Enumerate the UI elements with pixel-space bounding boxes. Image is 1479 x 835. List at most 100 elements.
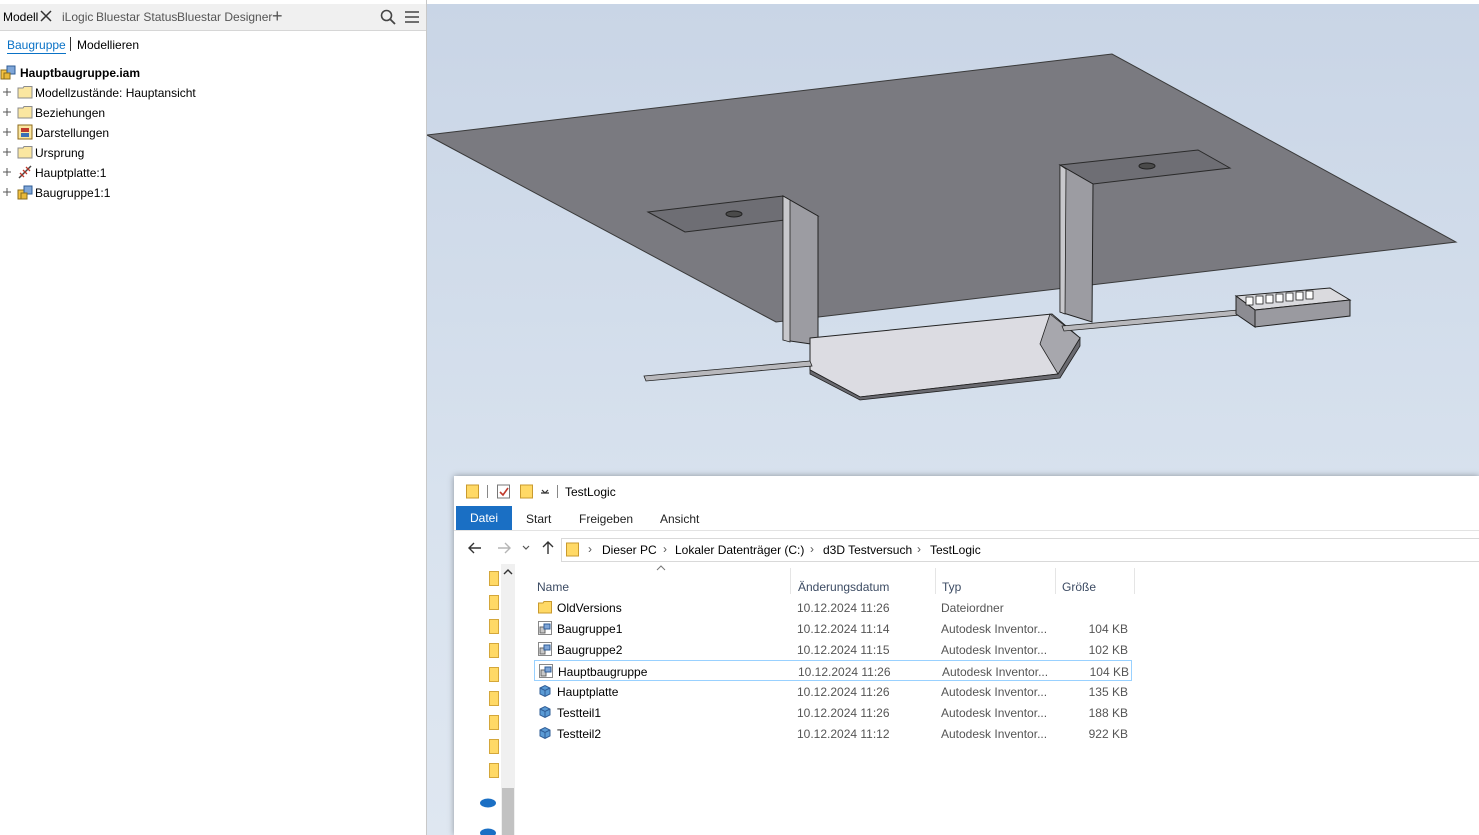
scrollbar-thumb[interactable] xyxy=(502,788,514,835)
folder-icon[interactable] xyxy=(489,571,499,586)
bottom-tray xyxy=(809,313,1081,398)
tab-ilogic[interactable]: iLogic xyxy=(62,10,93,24)
download-folder-icon[interactable] xyxy=(489,643,499,658)
folder-icon[interactable] xyxy=(489,715,499,730)
navigation-scrollbar[interactable] xyxy=(501,564,515,835)
onedrive-icon[interactable] xyxy=(479,826,497,835)
file-size: 102 KB xyxy=(1088,643,1128,657)
file-name: Hauptplatte xyxy=(557,685,619,699)
ribbon-tab-share[interactable]: Freigeben xyxy=(579,512,633,526)
file-type: Autodesk Inventor... xyxy=(941,685,1048,699)
folder-icon[interactable] xyxy=(489,667,499,682)
file-list: Name Änderungsdatum Typ Größe OldVersion… xyxy=(516,564,1479,835)
file-name: Testteil2 xyxy=(557,727,602,741)
expand-icon[interactable] xyxy=(3,188,11,196)
tab-bluestar-status[interactable]: Bluestar Status xyxy=(96,10,177,24)
column-header-date[interactable]: Änderungsdatum xyxy=(798,580,889,594)
browser-tabbar: Modell iLogic Bluestar Status Bluestar D… xyxy=(0,4,426,31)
breadcrumb-item[interactable]: Dieser PC xyxy=(602,543,657,557)
assembly-file-icon xyxy=(539,664,553,678)
file-type: Autodesk Inventor... xyxy=(942,665,1049,679)
tree-label: Darstellungen xyxy=(35,126,110,140)
subtab-assembly[interactable]: Baugruppe xyxy=(7,38,66,54)
folder-icon[interactable] xyxy=(489,595,499,610)
qa-divider xyxy=(487,485,488,498)
expand-icon[interactable] xyxy=(3,88,11,96)
breadcrumb-item[interactable]: Lokaler Datenträger (C:) xyxy=(675,543,804,557)
address-bar[interactable]: › Dieser PC › Lokaler Datenträger (C:) ›… xyxy=(561,538,1479,562)
new-folder-icon[interactable] xyxy=(520,484,534,499)
chevron-down-icon[interactable] xyxy=(540,484,550,499)
tree-node[interactable]: Baugruppe1:1 xyxy=(0,183,426,203)
tree-node-root[interactable]: Hauptbaugruppe.iam xyxy=(0,63,426,83)
chevron-right-icon: › xyxy=(810,542,814,556)
file-row[interactable]: Testteil1 10.12.2024 11:26 Autodesk Inve… xyxy=(534,703,1132,723)
expand-icon[interactable] xyxy=(3,148,11,156)
expand-icon[interactable] xyxy=(3,168,11,176)
left-leg-edge xyxy=(782,195,791,343)
column-divider[interactable] xyxy=(935,568,936,594)
file-row[interactable]: Testteil2 10.12.2024 11:12 Autodesk Inve… xyxy=(534,724,1132,744)
add-tab-icon[interactable]: + xyxy=(272,7,283,25)
subtab-divider xyxy=(70,37,71,51)
part-file-icon xyxy=(539,726,551,740)
forward-arrow-icon[interactable] xyxy=(496,540,512,556)
tab-modell[interactable]: Modell xyxy=(3,10,38,24)
column-divider[interactable] xyxy=(1055,568,1056,594)
expand-icon[interactable] xyxy=(3,128,11,136)
chevron-right-icon: › xyxy=(917,542,921,556)
part-file-icon xyxy=(539,684,551,698)
tree-node[interactable]: Modellzustände: Hauptansicht xyxy=(0,83,426,103)
back-arrow-icon[interactable] xyxy=(467,540,483,556)
tab-bluestar-designer[interactable]: Bluestar Designer xyxy=(177,10,272,24)
tree-node[interactable]: Beziehungen xyxy=(0,103,426,123)
close-icon[interactable] xyxy=(40,10,52,22)
file-type: Autodesk Inventor... xyxy=(941,643,1048,657)
folder-icon xyxy=(17,86,33,99)
column-header-name[interactable]: Name xyxy=(537,580,569,594)
folder-icon[interactable] xyxy=(489,691,499,706)
file-date: 10.12.2024 11:14 xyxy=(797,622,890,636)
expand-icon[interactable] xyxy=(3,108,11,116)
onedrive-icon[interactable] xyxy=(479,796,497,808)
folder-icon[interactable] xyxy=(489,763,499,778)
left-hole xyxy=(725,210,743,218)
tree-node[interactable]: Hauptplatte:1 xyxy=(0,163,426,183)
file-row[interactable]: Hauptplatte 10.12.2024 11:26 Autodesk In… xyxy=(534,682,1132,702)
file-row-selected[interactable]: Hauptbaugruppe 10.12.2024 11:26 Autodesk… xyxy=(534,660,1132,681)
menu-icon[interactable] xyxy=(404,10,420,24)
up-arrow-icon[interactable] xyxy=(540,540,556,556)
folder-icon xyxy=(566,542,579,557)
breadcrumb-item[interactable]: TestLogic xyxy=(930,543,981,557)
column-header-size[interactable]: Größe xyxy=(1062,580,1096,594)
window-title: TestLogic xyxy=(565,485,616,499)
file-date: 10.12.2024 11:26 xyxy=(798,665,891,679)
part-icon xyxy=(18,165,32,179)
search-icon[interactable] xyxy=(380,9,396,25)
ribbon-tab-start[interactable]: Start xyxy=(526,512,551,526)
address-row: › Dieser PC › Lokaler Datenträger (C:) ›… xyxy=(454,534,1479,562)
ribbon-tab-file[interactable]: Datei xyxy=(456,506,512,530)
right-hole xyxy=(1138,162,1156,170)
file-name: Baugruppe2 xyxy=(557,643,623,657)
file-type: Autodesk Inventor... xyxy=(941,622,1048,636)
column-divider[interactable] xyxy=(790,568,791,594)
file-name: Testteil1 xyxy=(557,706,602,720)
file-row[interactable]: OldVersions 10.12.2024 11:26 Dateiordner xyxy=(534,598,1132,618)
tree-node[interactable]: Ursprung xyxy=(0,143,426,163)
column-header-type[interactable]: Typ xyxy=(942,580,961,594)
folder-icon[interactable] xyxy=(489,739,499,754)
column-divider[interactable] xyxy=(1134,568,1135,594)
subtab-modeling[interactable]: Modellieren xyxy=(77,38,139,52)
ribbon-tab-view[interactable]: Ansicht xyxy=(660,512,699,526)
breadcrumb-item[interactable]: d3D Testversuch xyxy=(823,543,912,557)
folder-icon[interactable] xyxy=(489,619,499,634)
tree-node[interactable]: Darstellungen xyxy=(0,123,426,143)
chevron-up-icon[interactable] xyxy=(503,568,513,576)
file-row[interactable]: Baugruppe1 10.12.2024 11:14 Autodesk Inv… xyxy=(534,619,1132,639)
model-browser-panel: Modell iLogic Bluestar Status Bluestar D… xyxy=(0,0,427,835)
properties-icon[interactable] xyxy=(497,484,511,499)
file-row[interactable]: Baugruppe2 10.12.2024 11:15 Autodesk Inv… xyxy=(534,640,1132,660)
chevron-down-icon[interactable] xyxy=(521,540,531,556)
tree-label: Modellzustände: Hauptansicht xyxy=(35,86,196,100)
